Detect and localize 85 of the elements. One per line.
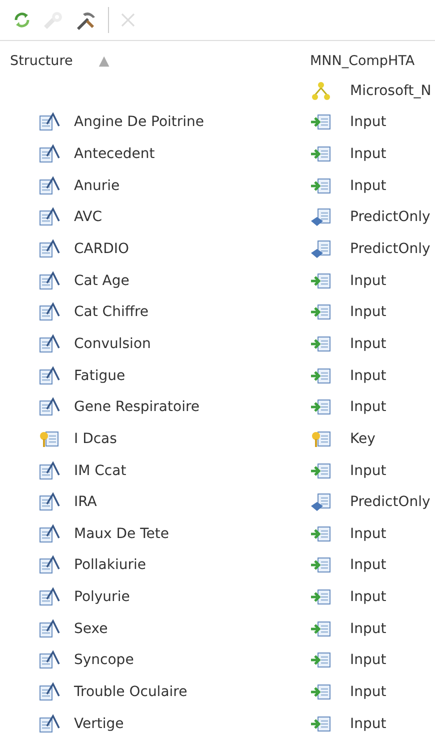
- usage-label[interactable]: Input: [350, 684, 386, 700]
- attribute-name[interactable]: Trouble Oculaire: [74, 684, 188, 700]
- input-icon: [310, 524, 332, 544]
- column-icon: [38, 460, 60, 480]
- input-icon: [310, 650, 332, 670]
- column-icon: [38, 397, 60, 418]
- predict-icon: [310, 207, 332, 228]
- input-icon: [310, 714, 332, 734]
- attribute-name[interactable]: Anurie: [74, 178, 120, 194]
- column-icon: [38, 366, 60, 386]
- attribute-name[interactable]: Sexe: [74, 620, 108, 637]
- input-icon: [310, 270, 332, 291]
- attribute-name[interactable]: Syncope: [74, 652, 134, 668]
- attribute-name[interactable]: Polyurie: [74, 589, 130, 606]
- column-icon: [38, 112, 60, 132]
- attribute-name[interactable]: Maux De Tete: [74, 526, 169, 542]
- attribute-name[interactable]: Cat Chiffre: [74, 304, 149, 320]
- column-icon: [38, 587, 60, 608]
- usage-label[interactable]: Input: [350, 178, 386, 194]
- usage-label[interactable]: Input: [350, 114, 386, 130]
- usage-label[interactable]: PredictOnly: [350, 494, 430, 510]
- input-icon: [310, 176, 332, 196]
- column-icon: [38, 334, 60, 354]
- input-icon: [310, 334, 332, 354]
- input-icon: [310, 144, 332, 164]
- column-header[interactable]: MNN_CompHTA: [310, 53, 415, 69]
- usage-label[interactable]: Input: [350, 304, 386, 320]
- tree-icon: [310, 80, 332, 101]
- column-icon: [38, 682, 60, 702]
- column-icon: [38, 239, 60, 260]
- usage-label[interactable]: Input: [350, 557, 386, 574]
- attribute-name[interactable]: Antecedent: [74, 146, 155, 162]
- attribute-name[interactable]: I Dcas: [74, 430, 117, 447]
- usage-label[interactable]: Input: [350, 526, 386, 542]
- attribute-name[interactable]: Angine De Poitrine: [74, 114, 204, 130]
- usage-label[interactable]: Input: [350, 146, 386, 162]
- attribute-name[interactable]: Fatigue: [74, 368, 126, 384]
- attribute-name[interactable]: AVC: [74, 209, 102, 226]
- attribute-name[interactable]: Gene Respiratoire: [74, 399, 200, 416]
- column-icon: [38, 555, 60, 576]
- column-icon: [38, 492, 60, 512]
- usage-label[interactable]: PredictOnly: [350, 241, 430, 258]
- usage-label[interactable]: Input: [350, 272, 386, 289]
- column-icon: [38, 618, 60, 639]
- usage-label[interactable]: Input: [350, 716, 386, 732]
- column-icon: [38, 302, 60, 322]
- usage-label[interactable]: Input: [350, 620, 386, 637]
- column-icon: [38, 650, 60, 670]
- input-icon: [310, 555, 332, 576]
- input-icon: [310, 366, 332, 386]
- predict-icon: [310, 239, 332, 260]
- attribute-name[interactable]: Cat Age: [74, 272, 130, 289]
- usage-label[interactable]: Input: [350, 462, 386, 478]
- column-icon: [38, 144, 60, 164]
- input-icon: [310, 587, 332, 608]
- column-icon: [38, 176, 60, 196]
- usage-label[interactable]: PredictOnly: [350, 209, 430, 226]
- usage-label[interactable]: Input: [350, 336, 386, 352]
- input-icon: [310, 397, 332, 418]
- attribute-name[interactable]: Pollakiurie: [74, 557, 146, 574]
- model-name: Microsoft_N: [350, 82, 432, 99]
- attribute-name[interactable]: Vertige: [74, 716, 124, 732]
- input-icon: [310, 682, 332, 702]
- input-icon: [310, 302, 332, 322]
- usage-label[interactable]: Input: [350, 589, 386, 606]
- column-header[interactable]: Structure: [10, 53, 73, 69]
- input-icon: [310, 460, 332, 480]
- input-icon: [310, 618, 332, 639]
- attribute-name[interactable]: CARDIO: [74, 241, 130, 258]
- usage-label[interactable]: Key: [350, 430, 376, 447]
- column-icon: [38, 207, 60, 228]
- usage-label[interactable]: Input: [350, 652, 386, 668]
- usage-label[interactable]: Input: [350, 399, 386, 416]
- refresh-icon[interactable]: [12, 10, 32, 30]
- usage-label[interactable]: Input: [350, 368, 386, 384]
- column-icon: [38, 270, 60, 291]
- column-icon: [38, 714, 60, 734]
- key-icon: [38, 428, 60, 449]
- attribute-name[interactable]: IRA: [74, 494, 97, 510]
- column-icon: [38, 524, 60, 544]
- predict-icon: [310, 492, 332, 512]
- attribute-name[interactable]: IM Ccat: [74, 462, 126, 478]
- input-icon: [310, 112, 332, 132]
- key-icon: [310, 428, 332, 449]
- attribute-name[interactable]: Convulsion: [74, 336, 151, 352]
